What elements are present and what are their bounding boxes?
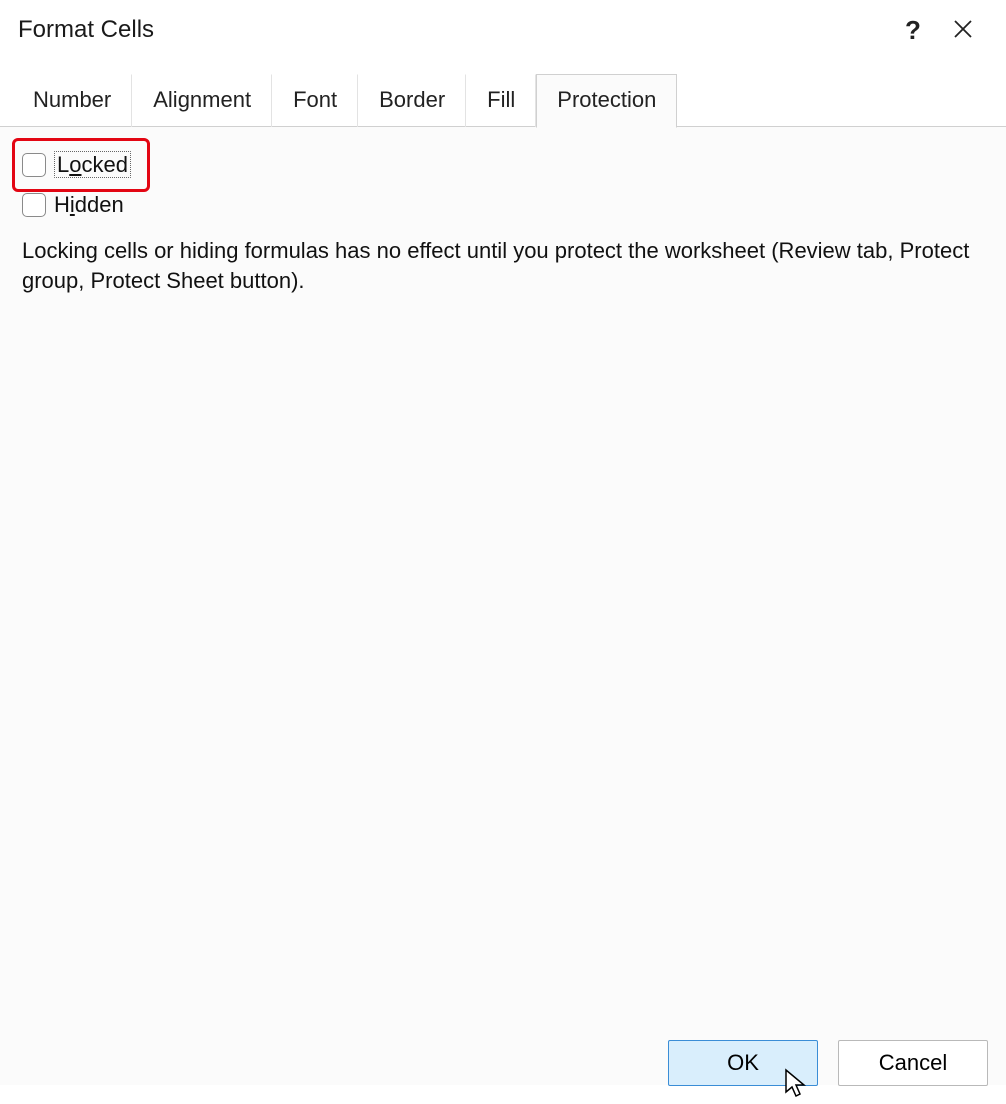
tab-number[interactable]: Number — [12, 74, 132, 127]
tab-border[interactable]: Border — [358, 74, 466, 127]
tab-alignment[interactable]: Alignment — [132, 74, 272, 127]
protection-panel: Locked Hidden Locking cells or hiding fo… — [0, 127, 1006, 1085]
locked-label-focus: Locked — [54, 151, 131, 178]
dialog-title: Format Cells — [18, 16, 888, 44]
locked-label[interactable]: Locked — [54, 152, 131, 178]
hidden-label[interactable]: Hidden — [54, 192, 124, 218]
dialog-footer: OK Cancel — [668, 1040, 988, 1086]
close-button[interactable] — [938, 5, 988, 55]
hidden-row: Hidden — [22, 192, 984, 218]
tab-label: Protection — [557, 87, 656, 112]
tab-label: Border — [379, 87, 445, 112]
tab-font[interactable]: Font — [272, 74, 358, 127]
label-post: cked — [82, 152, 128, 177]
locked-row: Locked — [22, 152, 984, 178]
locked-checkbox[interactable] — [22, 153, 46, 177]
titlebar: Format Cells ? — [0, 0, 1006, 60]
tab-label: Font — [293, 87, 337, 112]
format-cells-dialog: Format Cells ? Number Alignment Font Bor… — [0, 0, 1006, 1104]
ok-button[interactable]: OK — [668, 1040, 818, 1086]
close-icon — [953, 15, 973, 46]
tab-protection[interactable]: Protection — [536, 74, 677, 128]
hidden-checkbox[interactable] — [22, 193, 46, 217]
protection-hint: Locking cells or hiding formulas has no … — [22, 236, 982, 297]
tabstrip: Number Alignment Font Border Fill Protec… — [0, 60, 1006, 127]
help-button[interactable]: ? — [888, 5, 938, 55]
cancel-button[interactable]: Cancel — [838, 1040, 988, 1086]
label-pre: H — [54, 192, 70, 217]
tab-label: Fill — [487, 87, 515, 112]
tab-fill[interactable]: Fill — [466, 74, 536, 127]
tab-label: Number — [33, 87, 111, 112]
label-accel: o — [69, 152, 81, 177]
label-pre: L — [57, 152, 69, 177]
tab-label: Alignment — [153, 87, 251, 112]
label-post: dden — [75, 192, 124, 217]
